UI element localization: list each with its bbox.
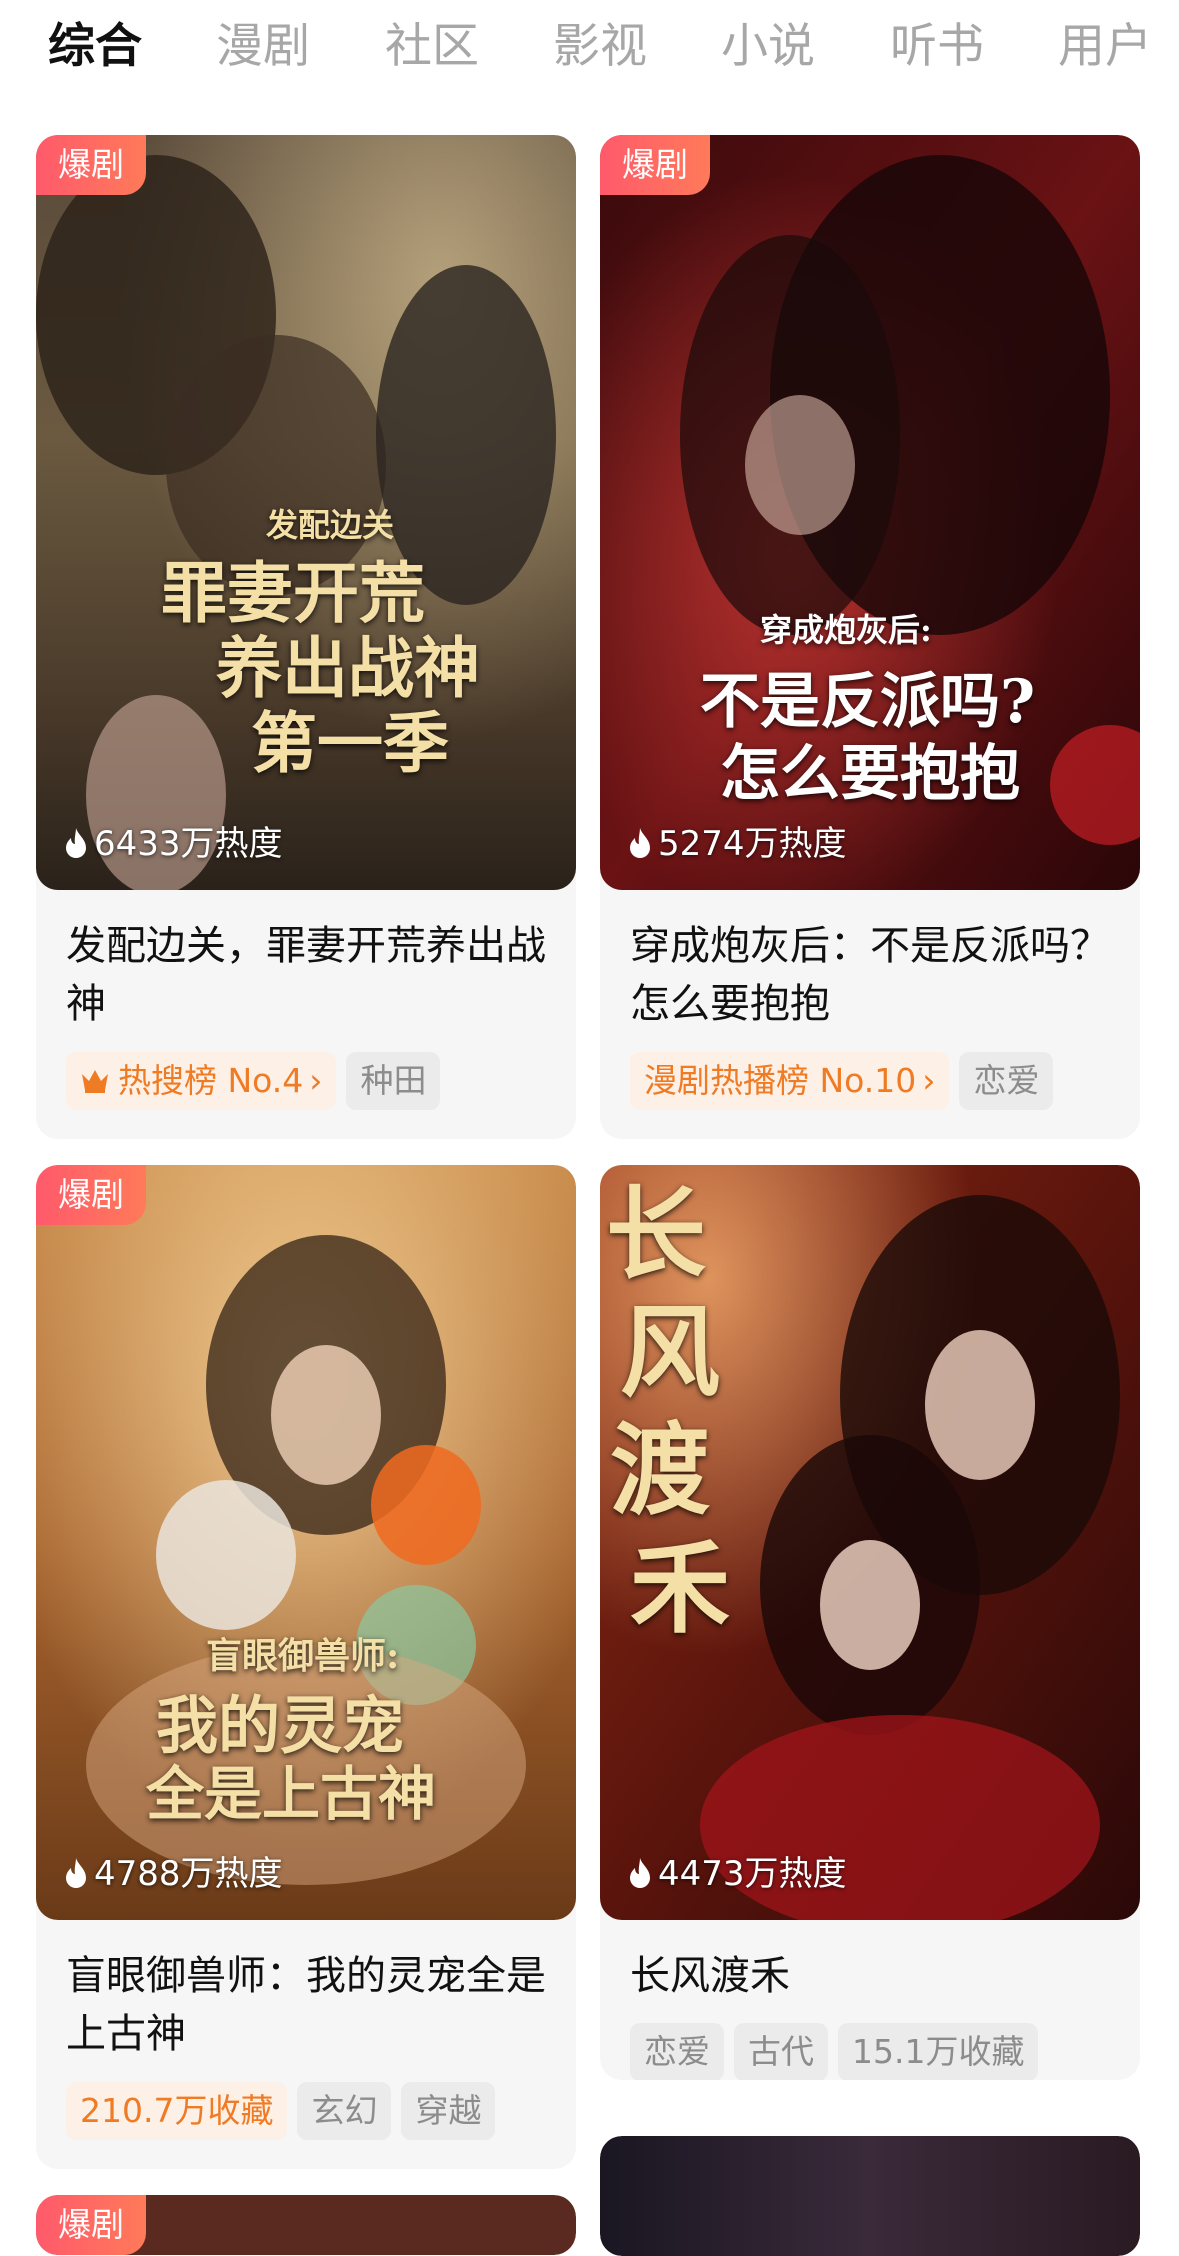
drama-poster[interactable] [600, 2136, 1140, 2256]
tab-novel[interactable]: 小说 [721, 12, 815, 82]
tag-row: 恋爱 古代 15.1万收藏 [630, 2023, 1048, 2080]
genre-tag[interactable]: 恋爱 [630, 2023, 724, 2080]
tab-comprehensive[interactable]: 综合 [48, 12, 142, 82]
drama-card[interactable]: 爆剧 盲眼御兽师: 我的灵宠 全是上古神 4788万热度 盲眼御兽师：我的灵宠全… [36, 1165, 576, 2169]
drama-poster[interactable]: 长 风 渡 禾 4473万热度 [600, 1165, 1140, 1920]
drama-poster[interactable]: 爆剧 [36, 2195, 576, 2255]
poster-title-art: 怎么要抱抱 [720, 739, 1020, 809]
chevron-right-icon: › [309, 1061, 323, 1100]
rank-tag-label: 热搜榜 No.4 [118, 1061, 304, 1100]
hit-drama-badge: 爆剧 [36, 135, 146, 195]
drama-title: 盲眼御兽师：我的灵宠全是上古神 [66, 1953, 546, 2057]
tag-row: 热搜榜 No.4 › 种田 [66, 1052, 450, 1110]
heat-count-text: 4788万热度 [94, 1854, 283, 1894]
heat-count-text: 6433万热度 [94, 824, 283, 864]
tab-film-tv[interactable]: 影视 [553, 12, 647, 82]
hit-drama-badge: 爆剧 [600, 135, 710, 195]
collection-count-tag[interactable]: 15.1万收藏 [838, 2023, 1039, 2080]
tab-users[interactable]: 用户 [1058, 12, 1152, 82]
hit-drama-badge: 爆剧 [36, 1165, 146, 1225]
poster-title-art: 穿成炮灰后: [760, 611, 932, 649]
drama-poster[interactable]: 爆剧 穿成炮灰后: 不是反派吗? 怎么要抱抱 5274万热度 [600, 135, 1140, 890]
poster-title-art: 第一季 [251, 704, 449, 782]
genre-tag[interactable]: 恋爱 [959, 1052, 1054, 1110]
poster-title-art: 风 [620, 1293, 720, 1411]
heat-count-text: 4473万热度 [658, 1854, 847, 1894]
drama-card[interactable]: 爆剧 穿成炮灰后: 不是反派吗? 怎么要抱抱 5274万热度 穿成炮灰后：不是反… [600, 135, 1140, 1139]
drama-card[interactable] [600, 2136, 1140, 2256]
flame-icon [630, 1858, 650, 1888]
chevron-right-icon: › [922, 1061, 936, 1100]
drama-card[interactable]: 爆剧 [36, 2195, 576, 2255]
drama-poster[interactable]: 爆剧 盲眼御兽师: 我的灵宠 全是上古神 4788万热度 [36, 1165, 576, 1920]
drama-title: 穿成炮灰后：不是反派吗？怎么要抱抱 [630, 923, 1110, 1027]
rank-tag-label: 漫剧热播榜 No.10 [644, 1061, 917, 1100]
tag-row: 210.7万收藏 玄幻 穿越 [66, 2082, 505, 2140]
crown-icon [82, 1070, 108, 1093]
heat-count: 4473万热度 [628, 1852, 847, 1896]
drama-poster[interactable]: 爆剧 发配边关 罪妻开荒 养出战神 第一季 6433万热度 [36, 135, 576, 890]
drama-card[interactable]: 长 风 渡 禾 4473万热度 长风渡禾 恋爱 古代 15.1万收藏 [600, 1165, 1140, 2080]
hit-drama-badge: 爆剧 [36, 2195, 146, 2255]
drama-title: 发配边关，罪妻开荒养出战神 [66, 923, 546, 1027]
drama-title: 长风渡禾 [630, 1953, 790, 1999]
genre-tag[interactable]: 古代 [734, 2023, 828, 2080]
heat-count: 4788万热度 [64, 1852, 283, 1896]
rank-tag[interactable]: 热搜榜 No.4 › [66, 1052, 337, 1110]
poster-title-art: 渡 [610, 1411, 710, 1529]
poster-title-art: 全是上古神 [146, 1760, 437, 1828]
flame-icon [66, 1858, 86, 1888]
collection-count-tag[interactable]: 210.7万收藏 [66, 2082, 288, 2140]
tab-comic-drama[interactable]: 漫剧 [216, 12, 310, 82]
genre-tag[interactable]: 玄幻 [297, 2082, 392, 2140]
tab-audiobook[interactable]: 听书 [890, 12, 984, 82]
heat-count-text: 5274万热度 [658, 824, 847, 864]
poster-title-art: 禾 [630, 1529, 730, 1647]
poster-title-art: 盲眼御兽师: [206, 1635, 400, 1677]
heat-count: 5274万热度 [628, 822, 847, 866]
genre-tag[interactable]: 种田 [346, 1052, 441, 1110]
tag-row: 漫剧热播榜 No.10 › 恋爱 [630, 1052, 1063, 1110]
rank-tag[interactable]: 漫剧热播榜 No.10 › [630, 1052, 950, 1110]
tab-community[interactable]: 社区 [385, 12, 479, 82]
category-tab-bar: 综合 漫剧 社区 影视 小说 听书 用户 [0, 0, 1179, 96]
flame-icon [66, 828, 86, 858]
genre-tag[interactable]: 穿越 [401, 2082, 496, 2140]
poster-title-art: 长 [606, 1175, 706, 1293]
heat-count: 6433万热度 [64, 822, 283, 866]
drama-card[interactable]: 爆剧 发配边关 罪妻开荒 养出战神 第一季 6433万热度 发配边关，罪妻开荒养… [36, 135, 576, 1139]
flame-icon [630, 828, 650, 858]
